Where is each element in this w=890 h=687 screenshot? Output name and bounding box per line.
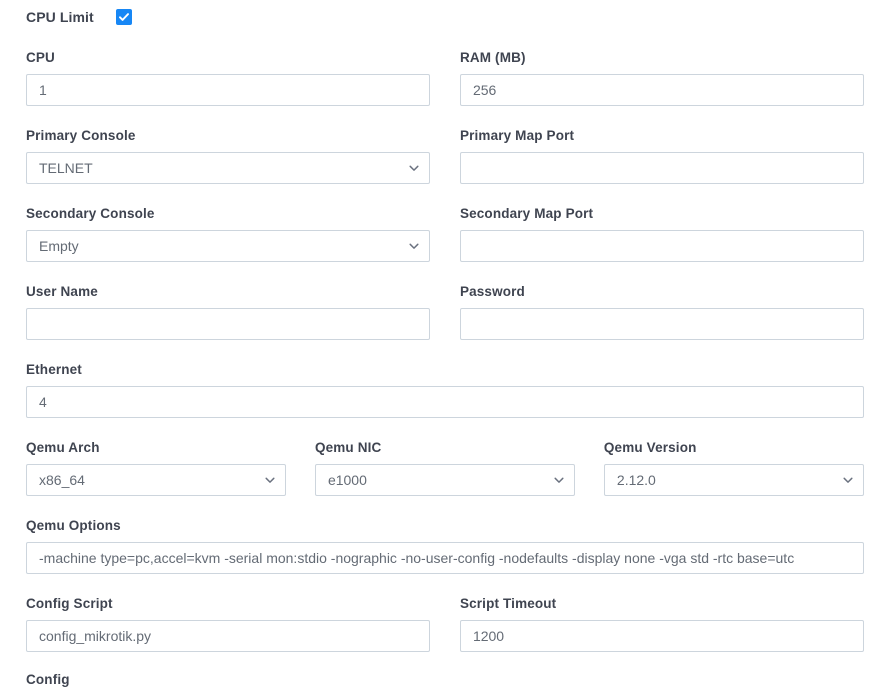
field-ram: RAM (MB) 256: [459, 50, 864, 106]
qemu-version-select[interactable]: 2.12.0: [603, 464, 864, 496]
field-primary-map-port: Primary Map Port: [459, 128, 864, 184]
password-input[interactable]: [459, 308, 864, 340]
ethernet-value: 4: [39, 394, 47, 410]
field-qemu-nic: Qemu NIC e1000: [314, 440, 576, 496]
field-cpu: CPU 1: [26, 50, 431, 106]
chevron-down-icon: [264, 474, 276, 486]
secondary-console-select[interactable]: Empty: [26, 230, 431, 262]
row-config-script: Config Script config_mikrotik.py Script …: [0, 596, 890, 652]
primary-console-select[interactable]: TELNET: [26, 152, 431, 184]
qemu-arch-label: Qemu Arch: [26, 440, 100, 455]
user-name-label: User Name: [26, 284, 98, 299]
config-script-label: Config Script: [26, 596, 113, 611]
field-qemu-arch: Qemu Arch x86_64: [26, 440, 287, 496]
script-timeout-label: Script Timeout: [459, 596, 557, 611]
field-script-timeout: Script Timeout 1200: [459, 596, 864, 652]
primary-map-port-label: Primary Map Port: [459, 128, 575, 143]
password-label: Password: [459, 284, 525, 299]
field-password: Password: [459, 284, 864, 340]
cpu-limit-row: CPU Limit: [0, 0, 890, 34]
ethernet-label: Ethernet: [26, 362, 82, 377]
qemu-nic-select[interactable]: e1000: [314, 464, 576, 496]
qemu-options-input[interactable]: -machine type=pc,accel=kvm -serial mon:s…: [26, 542, 864, 574]
cpu-limit-checkbox[interactable]: [115, 9, 132, 25]
field-qemu-version: Qemu Version 2.12.0: [603, 440, 864, 496]
cpu-label: CPU: [26, 50, 55, 65]
chevron-down-icon: [842, 474, 854, 486]
field-config-script: Config Script config_mikrotik.py: [26, 596, 431, 652]
qemu-options-label: Qemu Options: [26, 518, 121, 533]
cpu-limit-label: CPU Limit: [26, 9, 94, 25]
config-script-value: config_mikrotik.py: [39, 628, 152, 644]
chevron-down-icon: [408, 162, 420, 174]
ram-label: RAM (MB): [459, 50, 526, 65]
row-primary-console: Primary Console TELNET Primary Map Port: [0, 128, 890, 184]
secondary-console-label: Secondary Console: [26, 206, 155, 221]
qemu-nic-label: Qemu NIC: [314, 440, 382, 455]
node-configuration-form: CPU Limit CPU 1 RAM (MB) 256 Primary Con…: [0, 0, 890, 687]
row-ethernet: Ethernet 4: [0, 362, 890, 418]
secondary-map-port-label: Secondary Map Port: [459, 206, 594, 221]
chevron-down-icon: [553, 474, 565, 486]
ram-input[interactable]: 256: [459, 74, 864, 106]
secondary-console-value: Empty: [39, 238, 79, 254]
secondary-map-port-input[interactable]: [459, 230, 864, 262]
ethernet-input[interactable]: 4: [26, 386, 864, 418]
chevron-down-icon: [408, 240, 420, 252]
config-script-input[interactable]: config_mikrotik.py: [26, 620, 431, 652]
ram-value: 256: [472, 82, 497, 98]
config-label: Config: [26, 672, 70, 687]
row-qemu-options: Qemu Options -machine type=pc,accel=kvm …: [0, 518, 890, 574]
primary-console-label: Primary Console: [26, 128, 136, 143]
script-timeout-input[interactable]: 1200: [459, 620, 864, 652]
qemu-options-value: -machine type=pc,accel=kvm -serial mon:s…: [39, 550, 795, 566]
primary-console-value: TELNET: [39, 160, 93, 176]
field-qemu-options: Qemu Options -machine type=pc,accel=kvm …: [26, 518, 864, 574]
qemu-version-label: Qemu Version: [603, 440, 697, 455]
field-user-name: User Name: [26, 284, 431, 340]
row-secondary-console: Secondary Console Empty Secondary Map Po…: [0, 206, 890, 262]
row-credentials: User Name Password: [0, 284, 890, 340]
qemu-version-value: 2.12.0: [616, 472, 656, 488]
user-name-input[interactable]: [26, 308, 431, 340]
field-secondary-map-port: Secondary Map Port: [459, 206, 864, 262]
cpu-value: 1: [39, 82, 47, 98]
qemu-arch-select[interactable]: x86_64: [26, 464, 287, 496]
field-ethernet: Ethernet 4: [26, 362, 864, 418]
row-cpu-ram: CPU 1 RAM (MB) 256: [0, 50, 890, 106]
row-qemu: Qemu Arch x86_64 Qemu NIC e1000 Qemu Ver…: [0, 440, 890, 496]
check-icon: [118, 13, 129, 21]
primary-map-port-input[interactable]: [459, 152, 864, 184]
script-timeout-value: 1200: [472, 628, 505, 644]
field-secondary-console: Secondary Console Empty: [26, 206, 431, 262]
cpu-input[interactable]: 1: [26, 74, 431, 106]
qemu-arch-value: x86_64: [39, 472, 85, 488]
field-primary-console: Primary Console TELNET: [26, 128, 431, 184]
qemu-nic-value: e1000: [327, 472, 367, 488]
